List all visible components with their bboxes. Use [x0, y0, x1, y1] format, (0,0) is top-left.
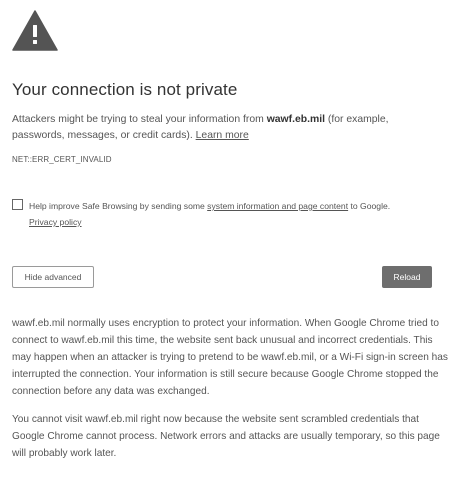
- warning-triangle-icon: [12, 10, 58, 51]
- safe-browsing-label: Help improve Safe Browsing by sending so…: [29, 198, 449, 230]
- reload-button[interactable]: Reload: [382, 266, 432, 288]
- safe-browsing-checkbox[interactable]: [12, 199, 23, 210]
- system-information-link[interactable]: system information and page content: [207, 201, 348, 211]
- interstitial-page: Your connection is not private Attackers…: [0, 0, 458, 502]
- privacy-policy-link[interactable]: Privacy policy: [29, 217, 82, 227]
- intro-text: Attackers might be trying to steal your …: [12, 112, 442, 144]
- details-paragraph-2: You cannot visit wawf.eb.mil right now b…: [12, 414, 440, 459]
- hide-advanced-button[interactable]: Hide advanced: [12, 266, 94, 288]
- domain-name: wawf.eb.mil: [266, 114, 326, 125]
- safe-browsing-text-prefix: Help improve Safe Browsing by sending so…: [29, 201, 208, 211]
- learn-more-link[interactable]: Learn more: [196, 130, 249, 141]
- safe-browsing-text-suffix: to Google.: [348, 201, 391, 211]
- page-title: Your connection is not private: [12, 80, 238, 99]
- details-paragraph-1: wawf.eb.mil normally uses encryption to …: [12, 318, 448, 397]
- error-code: NET::ERR_CERT_INVALID: [12, 155, 112, 164]
- intro-prefix: Attackers might be trying to steal your …: [12, 114, 267, 125]
